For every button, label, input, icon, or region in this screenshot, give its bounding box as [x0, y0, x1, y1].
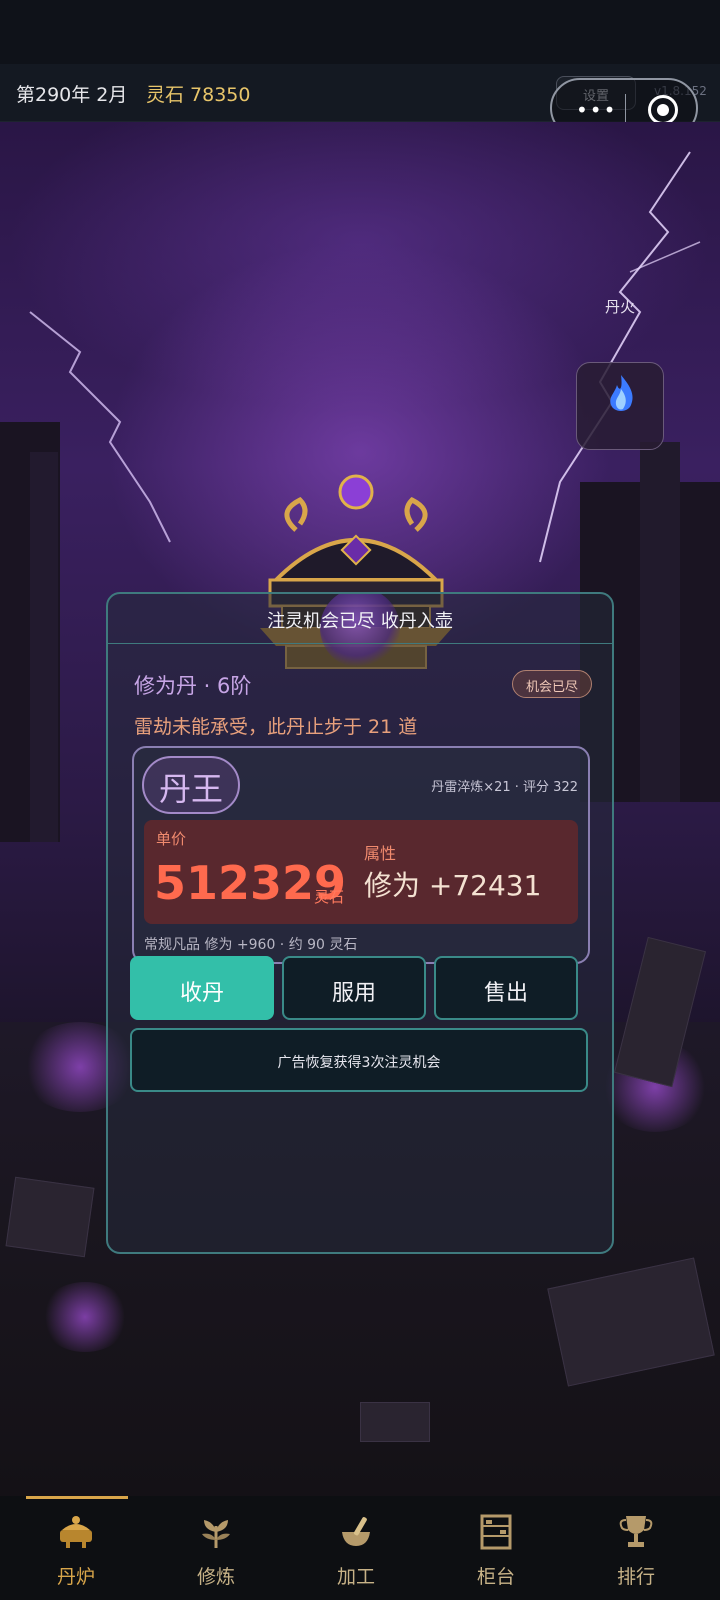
- price-box: 单价 512329 灵石 属性 修为 +72431: [144, 820, 578, 924]
- tab-label: 排行: [616, 1566, 655, 1588]
- normal-grade-info: 常规凡品 修为 +960 · 约 90 灵石: [144, 937, 358, 953]
- more-icon[interactable]: •••: [576, 98, 617, 122]
- tab-label: 加工: [336, 1566, 375, 1588]
- dan-fire-label-wrap: 丹火: [576, 240, 664, 328]
- action-buttons: 收丹 服用 售出: [130, 956, 594, 1020]
- tab-label: 丹炉: [56, 1566, 95, 1588]
- attribute-label: 属性: [364, 844, 397, 863]
- tab-ranking[interactable]: 排行: [564, 1496, 708, 1600]
- attribute-value: 修为 +72431: [364, 869, 542, 902]
- rock: [5, 1176, 95, 1258]
- tab-label: 柜台: [476, 1566, 515, 1588]
- pill-grade-badge: 丹王: [142, 756, 240, 814]
- tab-process[interactable]: 加工: [284, 1496, 428, 1600]
- spirit-stone-count: 灵石 78350: [146, 84, 251, 106]
- close-target-icon[interactable]: [648, 95, 678, 125]
- ad-restore-button[interactable]: 广告恢复获得3次注灵机会: [130, 1028, 588, 1092]
- dan-fire-label: 丹火: [604, 298, 635, 316]
- tab-label: 修炼: [196, 1566, 235, 1588]
- tab-cauldron[interactable]: 丹炉: [4, 1496, 148, 1600]
- blue-flame-icon: [610, 375, 633, 411]
- refine-score-info: 丹雷淬炼×21 · 评分 322: [431, 780, 578, 795]
- chance-exhausted-badge: 机会已尽: [512, 670, 592, 698]
- cabinet-icon: [480, 1514, 512, 1550]
- panel-title: 注灵机会已尽 收丹入壶: [108, 594, 612, 644]
- alchemy-result-panel: 注灵机会已尽 收丹入壶 修为丹 · 6阶 机会已尽 雷劫未能承受，此丹止步于 2…: [106, 592, 614, 1254]
- cauldron-icon: [60, 1516, 92, 1548]
- price-label: 单价: [156, 830, 187, 848]
- purple-glow: [40, 1282, 130, 1352]
- pill-result-card: 丹王 丹雷淬炼×21 · 评分 322 单价 512329 灵石 属性 修为 +…: [132, 746, 590, 964]
- tab-counter[interactable]: 柜台: [424, 1496, 568, 1600]
- herb-icon: [202, 1520, 230, 1548]
- tab-cultivate[interactable]: 修炼: [144, 1496, 288, 1600]
- collect-pill-button[interactable]: 收丹: [130, 956, 274, 1020]
- rock: [360, 1402, 430, 1442]
- price-unit: 灵石: [314, 888, 345, 906]
- mortar-icon: [342, 1517, 370, 1546]
- game-date: 第290年 2月: [16, 84, 128, 106]
- trophy-icon: [619, 1516, 653, 1547]
- pill-name: 修为丹 · 6阶: [134, 674, 252, 698]
- pill-status-text: 雷劫未能承受，此丹止步于 21 道: [134, 716, 418, 738]
- sell-pill-button[interactable]: 售出: [434, 956, 578, 1020]
- capsule-divider: [625, 94, 626, 124]
- bottom-tab-bar: 丹炉 修炼 加工 柜台 排行: [0, 1496, 720, 1600]
- status-bar: [0, 0, 720, 64]
- dan-fire-button[interactable]: [576, 362, 664, 450]
- consume-pill-button[interactable]: 服用: [282, 956, 426, 1020]
